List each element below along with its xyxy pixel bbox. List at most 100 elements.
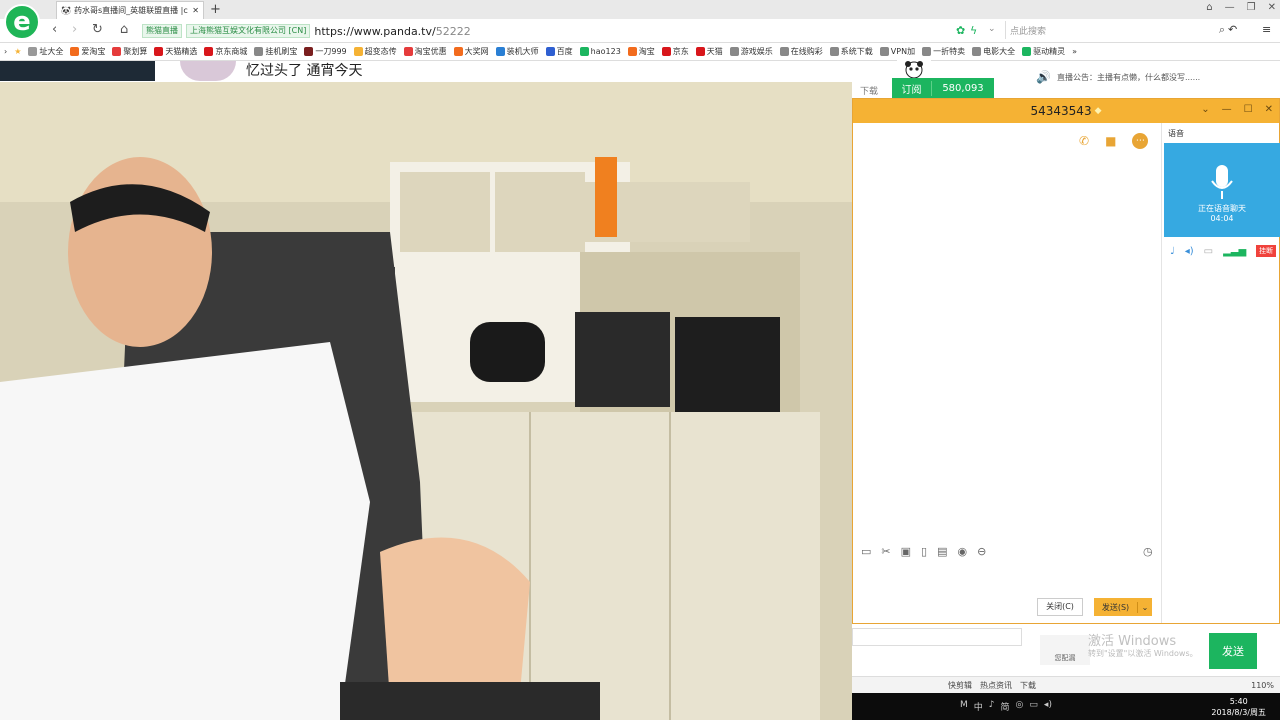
chat-contact-id: 54343543 [1030, 104, 1092, 118]
speaker-toggle-icon[interactable]: ◂) [1185, 246, 1194, 257]
record-icon[interactable]: ◉ [958, 545, 968, 558]
bookmark-icon [154, 47, 164, 56]
bookmark-icon [70, 47, 80, 56]
bookmarks-overflow-icon[interactable]: » [1072, 47, 1077, 56]
new-tab-button[interactable]: + [210, 2, 221, 17]
bookmark-icon [495, 47, 505, 56]
zoom-level[interactable]: 110% [1251, 681, 1274, 690]
statusbar-item[interactable]: 热点资讯 [980, 680, 1012, 691]
activation-watermark-title: 激活 Windows [1088, 634, 1177, 649]
search-box[interactable]: 点此搜索 ⌕ [1005, 21, 1225, 39]
bookmark-icon [304, 47, 314, 56]
tray-icon[interactable]: 中 [974, 700, 983, 713]
danmu-input[interactable] [852, 628, 1022, 646]
restore-button[interactable]: ❐ [1247, 2, 1256, 13]
bookmark-item[interactable]: 京东商城 [204, 46, 247, 57]
history-clock-icon[interactable]: ◷ [1143, 545, 1153, 558]
bookmark-item[interactable]: 爱淘宝 [70, 46, 105, 57]
bookmark-item[interactable]: 驱动精灵 [1022, 46, 1065, 57]
chat-close-button[interactable]: ✕ [1265, 104, 1273, 115]
tray-icon[interactable]: ♪ [989, 700, 995, 713]
statusbar-item[interactable]: 下载 [1020, 680, 1036, 691]
system-clock[interactable]: 5:40 2018/8/3/周五 [1211, 696, 1266, 718]
search-icon[interactable]: ⌕ [1219, 23, 1225, 37]
browser-tab[interactable]: 🐼 药水哥s直播间_英雄联盟直播 |c ✕ [56, 1, 204, 19]
more-icon[interactable]: ⋯ [1132, 133, 1149, 149]
voice-tab[interactable]: 语音 [1168, 128, 1184, 139]
gift-button[interactable]: 您配漏 [1040, 635, 1090, 665]
bookmark-item[interactable]: 址大全 [28, 46, 63, 57]
bookmark-item[interactable]: 京东 [661, 46, 689, 57]
bookmark-icon [695, 47, 705, 56]
address-bar[interactable]: 熊猫直播 上海熊猫互娱文化有限公司 [CN] https://www.panda… [142, 22, 1002, 40]
bookmark-item[interactable]: VPN加 [879, 46, 915, 57]
back-button[interactable]: ‹ [52, 22, 57, 37]
chat-close-text-button[interactable]: 关闭(C) [1037, 598, 1083, 616]
video-call-icon[interactable]: ■ [1105, 134, 1116, 148]
send-options-chevron-icon[interactable]: ⌄ [1138, 603, 1152, 612]
shirt-icon[interactable]: ⌂ [1206, 2, 1212, 13]
bookmark-item[interactable]: 淘宝优惠 [403, 46, 447, 57]
steam-icon[interactable]: ◎ [1016, 700, 1024, 713]
bookmark-item[interactable]: hao123 [579, 47, 621, 56]
tray-icon[interactable]: M [960, 700, 968, 713]
bookmark-item[interactable]: 淘宝 [627, 46, 655, 57]
bookmark-item[interactable]: 天猫 [695, 46, 723, 57]
tab-close-icon[interactable]: ✕ [192, 6, 199, 15]
download-link[interactable]: 下载 [860, 84, 878, 97]
bookmark-item[interactable]: 天猫精选 [154, 46, 197, 57]
subscribe-button[interactable]: 订阅 580,093 [892, 78, 994, 98]
live-video-player[interactable] [0, 82, 852, 720]
bookmark-item[interactable]: 在线购彩 [779, 46, 823, 57]
undo-icon[interactable]: ↶ [1228, 23, 1237, 36]
volume-icon[interactable]: ◂) [1044, 700, 1052, 713]
star-icon[interactable]: ★ [14, 47, 21, 56]
bookmark-item[interactable]: 百度 [545, 46, 573, 57]
chat-toolbar: ▭ ✂ ▣ ▯ ▤ ◉ ⊖ [861, 545, 986, 558]
image-icon[interactable]: ▣ [901, 545, 911, 558]
camera-toggle-icon[interactable]: ▭ [1204, 246, 1213, 257]
page-send-button[interactable]: 发送 [1209, 633, 1257, 669]
phone-icon[interactable]: ▯ [921, 545, 927, 558]
hangup-button[interactable]: 挂断 [1256, 245, 1277, 257]
bookmark-item[interactable]: 挂机刷宝 [254, 46, 297, 57]
bookmark-item[interactable]: 一刀999 [304, 46, 347, 57]
statusbar-item[interactable]: 快剪辑 [948, 680, 972, 691]
chevron-down-icon[interactable]: ⌄ [988, 24, 996, 34]
lightning-icon[interactable]: ϟ [970, 24, 977, 37]
folder-icon[interactable]: ▭ [861, 545, 871, 558]
forward-button[interactable]: › [72, 22, 77, 37]
screenshot-icon[interactable]: ✂ [881, 545, 890, 558]
gear-icon[interactable]: ✿ [956, 24, 965, 37]
mic-toggle-icon[interactable]: ♩ [1170, 246, 1175, 257]
bookmark-item[interactable]: 系统下载 [829, 46, 873, 57]
minimize-button[interactable]: — [1225, 2, 1235, 13]
window-close-button[interactable]: ✕ [1268, 2, 1276, 13]
bookmark-item[interactable]: 大奖网 [453, 46, 489, 57]
chat-minimize-button[interactable]: — [1222, 104, 1232, 115]
chevron-down-icon[interactable]: ⌄ [1201, 104, 1209, 115]
bookmark-icon [879, 47, 889, 56]
search-input[interactable]: 点此搜索 [1010, 24, 1046, 37]
chat-window-controls: ⌄ — ☐ ✕ [1201, 104, 1273, 115]
panda-favicon-icon: 🐼 [61, 6, 71, 15]
chat-maximize-button[interactable]: ☐ [1244, 104, 1253, 115]
bookmarks-toggle-icon[interactable]: › [4, 47, 7, 56]
bookmark-item[interactable]: 超变态传 [353, 46, 397, 57]
menu-icon[interactable]: ≡ [1262, 23, 1271, 36]
windows-taskbar: M 中 ♪ 简 ◎ ▭ ◂) 5:40 2018/8/3/周五 [852, 693, 1280, 720]
phone-call-icon[interactable]: ✆ [1079, 134, 1089, 148]
bookmark-item[interactable]: 一折特卖 [922, 46, 965, 57]
file-icon[interactable]: ▤ [937, 545, 947, 558]
bookmark-item[interactable]: 电影大全 [972, 46, 1015, 57]
tray-icon[interactable]: 简 [1001, 700, 1010, 713]
bookmark-item[interactable]: 游戏娱乐 [729, 46, 773, 57]
remove-icon[interactable]: ⊖ [977, 545, 986, 558]
home-button[interactable]: ⌂ [120, 22, 128, 37]
reload-button[interactable]: ↻ [92, 22, 103, 37]
network-icon[interactable]: ▭ [1029, 700, 1038, 713]
chat-send-button[interactable]: 发送(S) ⌄ [1094, 598, 1152, 616]
bookmark-item[interactable]: 聚划算 [112, 46, 147, 57]
bookmark-item[interactable]: 装机大师 [495, 46, 539, 57]
bookmark-icon [254, 47, 264, 56]
